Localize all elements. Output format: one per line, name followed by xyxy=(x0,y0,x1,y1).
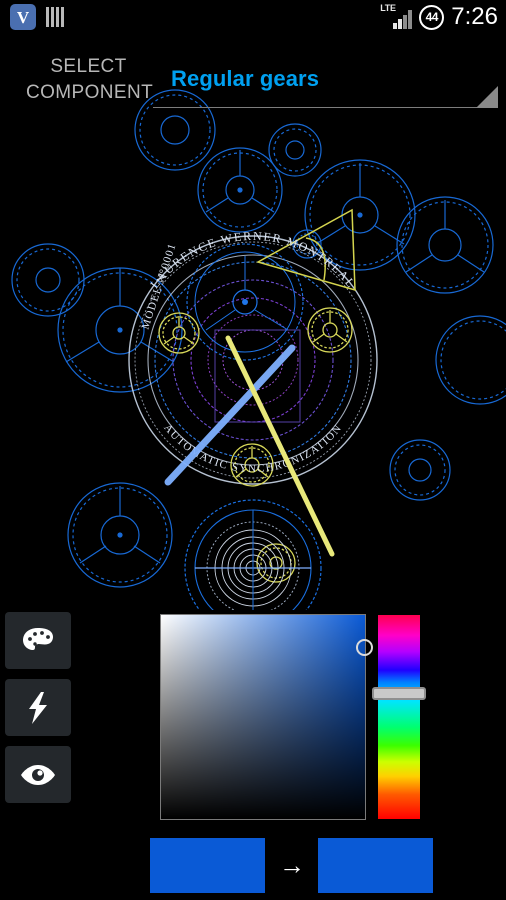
status-bar: V LTE 44 7:26 xyxy=(0,0,506,36)
palette-icon xyxy=(23,627,53,650)
swatch-arrow-icon: → xyxy=(279,850,305,880)
hue-slider-handle[interactable] xyxy=(372,687,426,700)
header: SELECT COMPONENT Regular gears xyxy=(0,36,506,126)
new-color-swatch[interactable] xyxy=(318,838,433,893)
clock-label: 7:26 xyxy=(451,3,498,30)
spinner-underline xyxy=(153,107,498,108)
saturation-value-box[interactable] xyxy=(160,614,366,820)
component-spinner-value: Regular gears xyxy=(171,66,320,91)
visibility-button[interactable] xyxy=(5,746,71,803)
battery-indicator: 44 xyxy=(419,4,445,30)
app-root: V LTE 44 7:26 SELECT COMPONENT Regular g… xyxy=(0,0,506,900)
sv-cursor[interactable] xyxy=(356,639,373,656)
vignette-app-icon: V xyxy=(10,4,36,30)
equalizer-bars-icon xyxy=(46,7,64,27)
lightning-button[interactable] xyxy=(5,679,71,736)
lightning-bolt-icon xyxy=(29,691,47,724)
hue-slider[interactable] xyxy=(378,615,420,819)
component-spinner[interactable]: Regular gears xyxy=(153,56,498,126)
select-component-label: SELECT COMPONENT xyxy=(26,56,154,103)
signal-bars-icon: LTE xyxy=(380,2,413,32)
signal-strength-bars xyxy=(393,9,413,29)
vignette-app-icon-letter: V xyxy=(16,7,30,27)
palette-button[interactable] xyxy=(5,612,71,669)
old-color-swatch[interactable] xyxy=(150,838,265,893)
battery-percent-label: 44 xyxy=(425,10,439,24)
eye-icon xyxy=(21,764,55,785)
spinner-dropdown-arrow-icon[interactable] xyxy=(476,86,498,108)
status-bar-right: LTE 44 7:26 xyxy=(380,2,498,32)
status-bar-left: V xyxy=(10,4,64,30)
